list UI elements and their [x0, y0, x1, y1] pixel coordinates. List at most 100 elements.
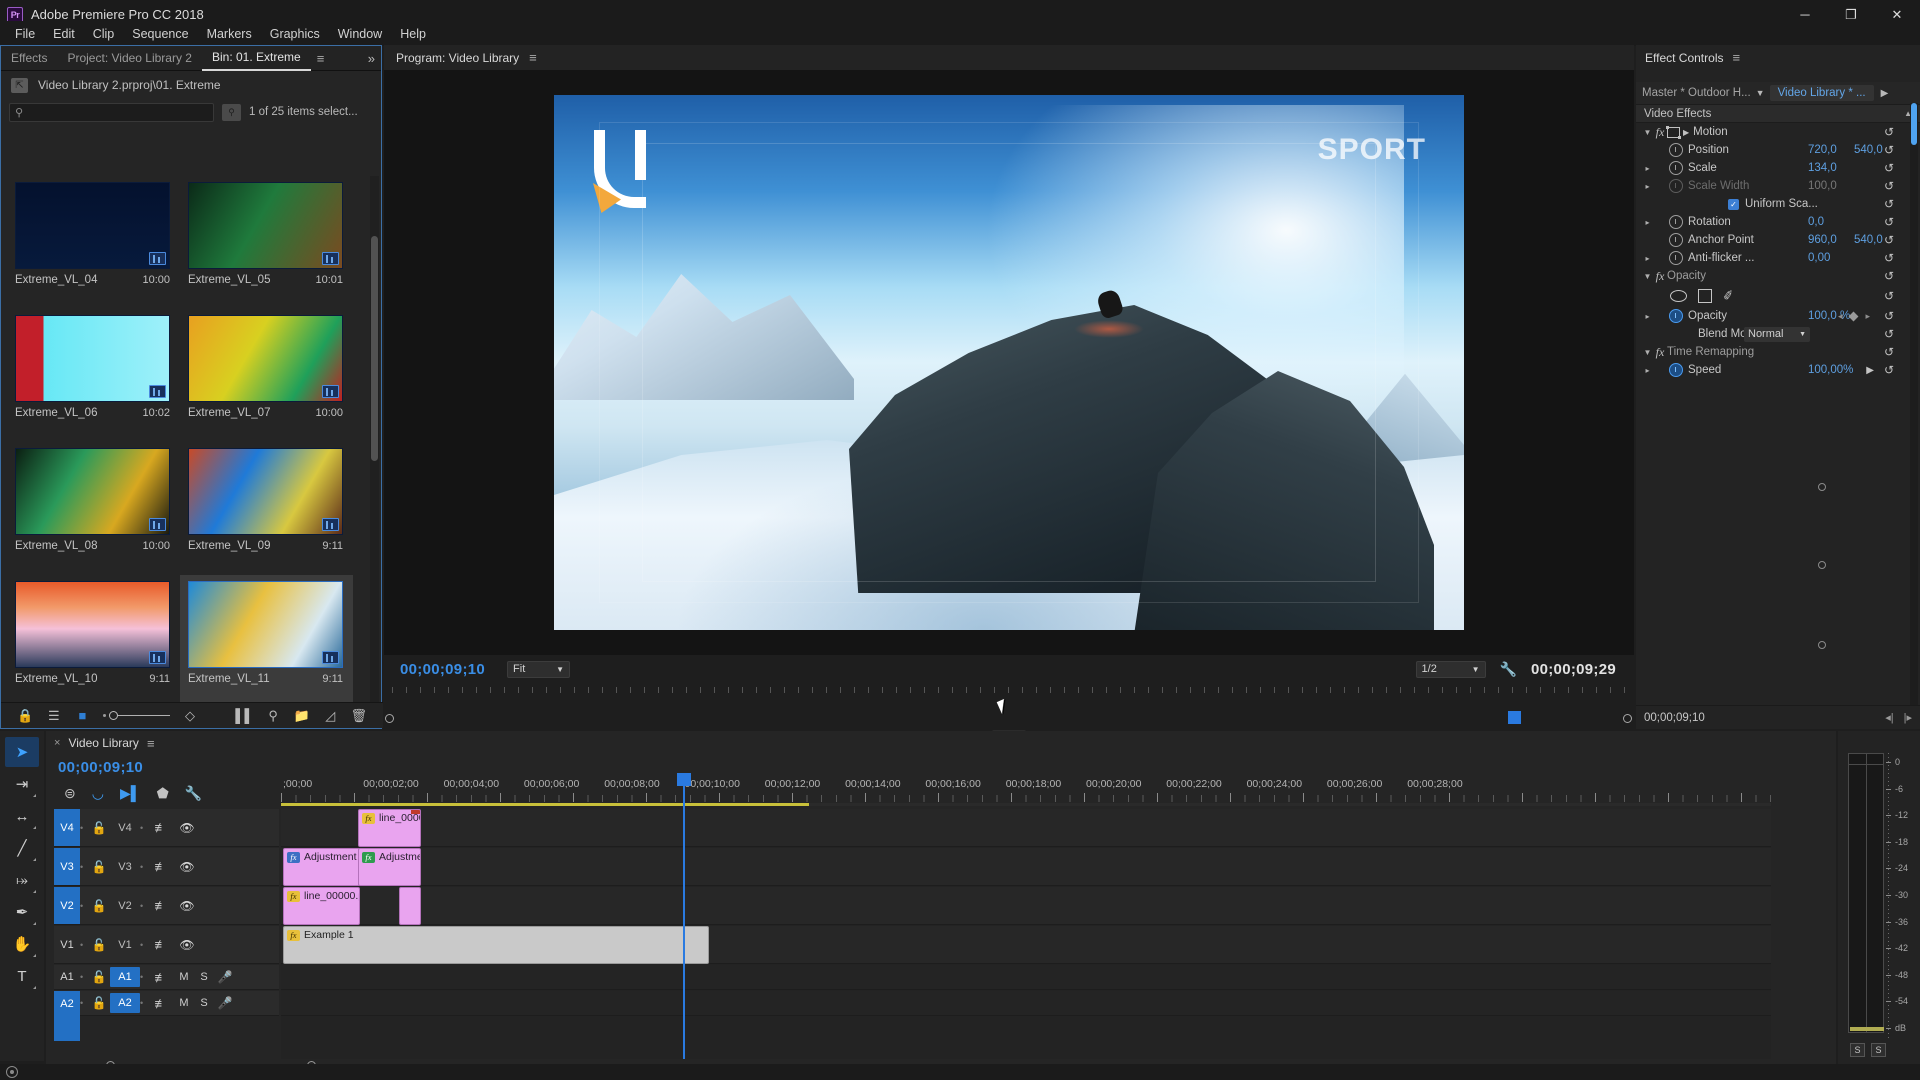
search-input-wrapper[interactable]: ⚲ [9, 103, 214, 122]
solo-button-left[interactable]: S [1850, 1043, 1865, 1057]
sync-lock-icon[interactable]: ≢ [148, 996, 174, 1011]
timeline-track-row-V4[interactable] [281, 809, 1771, 847]
reset-effect-icon[interactable]: ↺ [1884, 289, 1894, 303]
project-item[interactable]: Extreme_VL_0510:01 [180, 176, 353, 309]
toggle-animation-stopwatch-icon[interactable] [1669, 363, 1683, 377]
menu-file[interactable]: File [6, 24, 44, 44]
track-resize-handle-top[interactable] [1818, 483, 1826, 491]
twirl-right-icon[interactable]: ▸ [1642, 182, 1653, 191]
insert-overwrite-icon[interactable]: ⊜ [64, 785, 76, 802]
track-lock-icon[interactable]: 🔓 [88, 899, 110, 913]
project-item[interactable]: Extreme_VL_109:11 [7, 575, 180, 708]
keyframe-navigator[interactable]: ◂▸ [1838, 311, 1870, 322]
lock-icon[interactable]: 🔒 [11, 705, 40, 727]
project-item-thumbnail[interactable] [15, 448, 170, 535]
solo-button-right[interactable]: S [1871, 1043, 1886, 1057]
track-header-V1[interactable]: V1•🔓V1•≢👁 [54, 926, 279, 964]
track-lock-icon[interactable]: 🔓 [88, 970, 110, 984]
settings-wrench-icon[interactable]: 🔧 [1500, 661, 1517, 678]
ripple-edit-tool[interactable]: ↔ [5, 801, 39, 831]
twirl-right-icon[interactable]: ▸ [1642, 164, 1653, 173]
search-input[interactable] [27, 106, 208, 118]
program-current-timecode[interactable]: 00;00;09;10 [400, 661, 485, 678]
menu-help[interactable]: Help [391, 24, 435, 44]
add-keyframe-icon[interactable] [1849, 311, 1859, 321]
project-item[interactable]: Extreme_VL_0610:02 [7, 309, 180, 442]
speed-expand-icon[interactable]: ▶ [1866, 365, 1874, 376]
sort-icon[interactable]: ◇ [176, 705, 205, 727]
track-visibility-eye-icon[interactable]: 👁 [174, 860, 200, 874]
track-visibility-eye-icon[interactable]: 👁 [174, 821, 200, 835]
hand-tool[interactable]: ✋ [5, 929, 39, 959]
track-solo-button[interactable]: S [194, 971, 214, 983]
ellipse-mask-icon[interactable] [1670, 290, 1687, 302]
slip-tool[interactable]: ⤅ [5, 865, 39, 895]
sync-lock-icon[interactable]: ≢ [148, 898, 174, 913]
track-header-V2[interactable]: V2•🔓V2•≢👁 [54, 887, 279, 925]
track-lock-icon[interactable]: 🔓 [88, 996, 110, 1010]
project-item-thumbnail[interactable] [15, 581, 170, 668]
toggle-animation-stopwatch-icon[interactable] [1669, 215, 1683, 229]
effect-property-value-1[interactable]: 720,0 [1808, 144, 1837, 156]
marker-icon[interactable]: ⬟ [157, 785, 169, 802]
new-bin-icon[interactable]: 📁 [287, 705, 316, 727]
list-view-icon[interactable]: ☰ [40, 705, 69, 727]
scrub-handle-right[interactable] [1623, 714, 1632, 723]
twirl-right-icon[interactable]: ▸ [1642, 366, 1653, 375]
snap-icon[interactable]: ◡ [92, 785, 104, 802]
find-button[interactable]: ⚲ [222, 104, 241, 121]
toggle-animation-stopwatch-icon[interactable] [1669, 143, 1683, 157]
twirl-down-icon[interactable]: ▼ [1642, 348, 1653, 357]
zoom-level-select[interactable]: Fit ▼ [507, 661, 570, 678]
track-target-V3[interactable]: V3 [54, 848, 80, 885]
sync-lock-icon[interactable]: ≢ [148, 937, 174, 952]
effect-property-value-2[interactable]: 540,0 [1854, 234, 1883, 246]
effect-property-value-2[interactable]: 540,0 [1854, 144, 1883, 156]
twirl-down-icon[interactable]: ▼ [1642, 128, 1653, 137]
timeline-clip[interactable]: fxAdjustment [358, 848, 421, 886]
effect-controls-title[interactable]: Effect Controls [1645, 51, 1723, 65]
track-header-V3[interactable]: V3•🔓V3•≢👁 [54, 848, 279, 886]
timeline-track-row-A2[interactable] [281, 991, 1771, 1016]
selection-tool[interactable]: ➤ [5, 737, 39, 767]
project-item-thumbnail[interactable] [188, 581, 343, 668]
track-target-V2[interactable]: V2 [54, 887, 80, 924]
sync-lock-icon[interactable]: ≢ [148, 970, 174, 985]
timeline-track-row-A1[interactable] [281, 965, 1771, 990]
twirl-right-icon[interactable]: ▸ [1642, 254, 1653, 263]
tab-bin-extreme[interactable]: Bin: 01. Extreme [202, 46, 311, 71]
effect-property-row[interactable]: Position720,0540,0↺ [1636, 141, 1920, 159]
timeline-current-timecode[interactable]: 00;00;09;10 [58, 759, 143, 776]
timeline-clip[interactable] [399, 887, 421, 925]
effect-property-value-1[interactable]: 100,0 [1808, 180, 1837, 192]
panel-menu-icon[interactable]: ≡ [311, 51, 331, 66]
chevron-down-icon[interactable]: ▼ [1756, 88, 1765, 98]
timeline-sequence-name[interactable]: Video Library [68, 736, 139, 750]
track-solo-button[interactable]: S [194, 997, 214, 1009]
project-scrollbar[interactable] [370, 176, 379, 728]
track-name-label[interactable]: A1 [110, 967, 140, 987]
program-playhead[interactable] [1508, 711, 1521, 724]
keyframe-prev-icon[interactable]: ◂ [1838, 311, 1843, 322]
timeline-track-row-V3[interactable] [281, 848, 1771, 886]
keyframe-next-icon[interactable]: ▸ [1865, 311, 1870, 322]
effect-property-value-1[interactable]: 0,0 [1808, 216, 1824, 228]
track-mute-button[interactable]: M [174, 971, 194, 983]
effect-property-value-1[interactable]: 100,00% [1808, 364, 1853, 376]
project-scrollbar-thumb[interactable] [371, 236, 378, 461]
effect-property-row[interactable]: ▸Anti-flicker ...0,00↺ [1636, 249, 1920, 267]
timeline-close-icon[interactable]: × [54, 737, 60, 749]
track-header-V4[interactable]: V4•🔓V4•≢👁 [54, 809, 279, 847]
reset-effect-icon[interactable]: ↺ [1884, 345, 1894, 359]
sequence-name-label[interactable]: Video Library * ... [1770, 85, 1874, 101]
work-area-bar[interactable] [281, 803, 809, 806]
keyframe-next-icon[interactable]: |▸ [1904, 711, 1912, 724]
timeline-clip[interactable]: fxExample 1 [283, 926, 709, 964]
reset-property-icon[interactable]: ↺ [1884, 161, 1894, 175]
effect-property-row[interactable]: ▸Opacity100,0 %◂▸↺ [1636, 307, 1920, 325]
uniform-scale-checkbox[interactable]: ✓ [1728, 199, 1739, 210]
track-lock-icon[interactable]: 🔓 [88, 821, 110, 835]
twirl-right-icon[interactable]: ▸ [1642, 218, 1653, 227]
effect-property-row[interactable]: ✓Uniform Sca...↺ [1636, 195, 1920, 213]
effect-property-value-1[interactable]: 0,00 [1808, 252, 1830, 264]
